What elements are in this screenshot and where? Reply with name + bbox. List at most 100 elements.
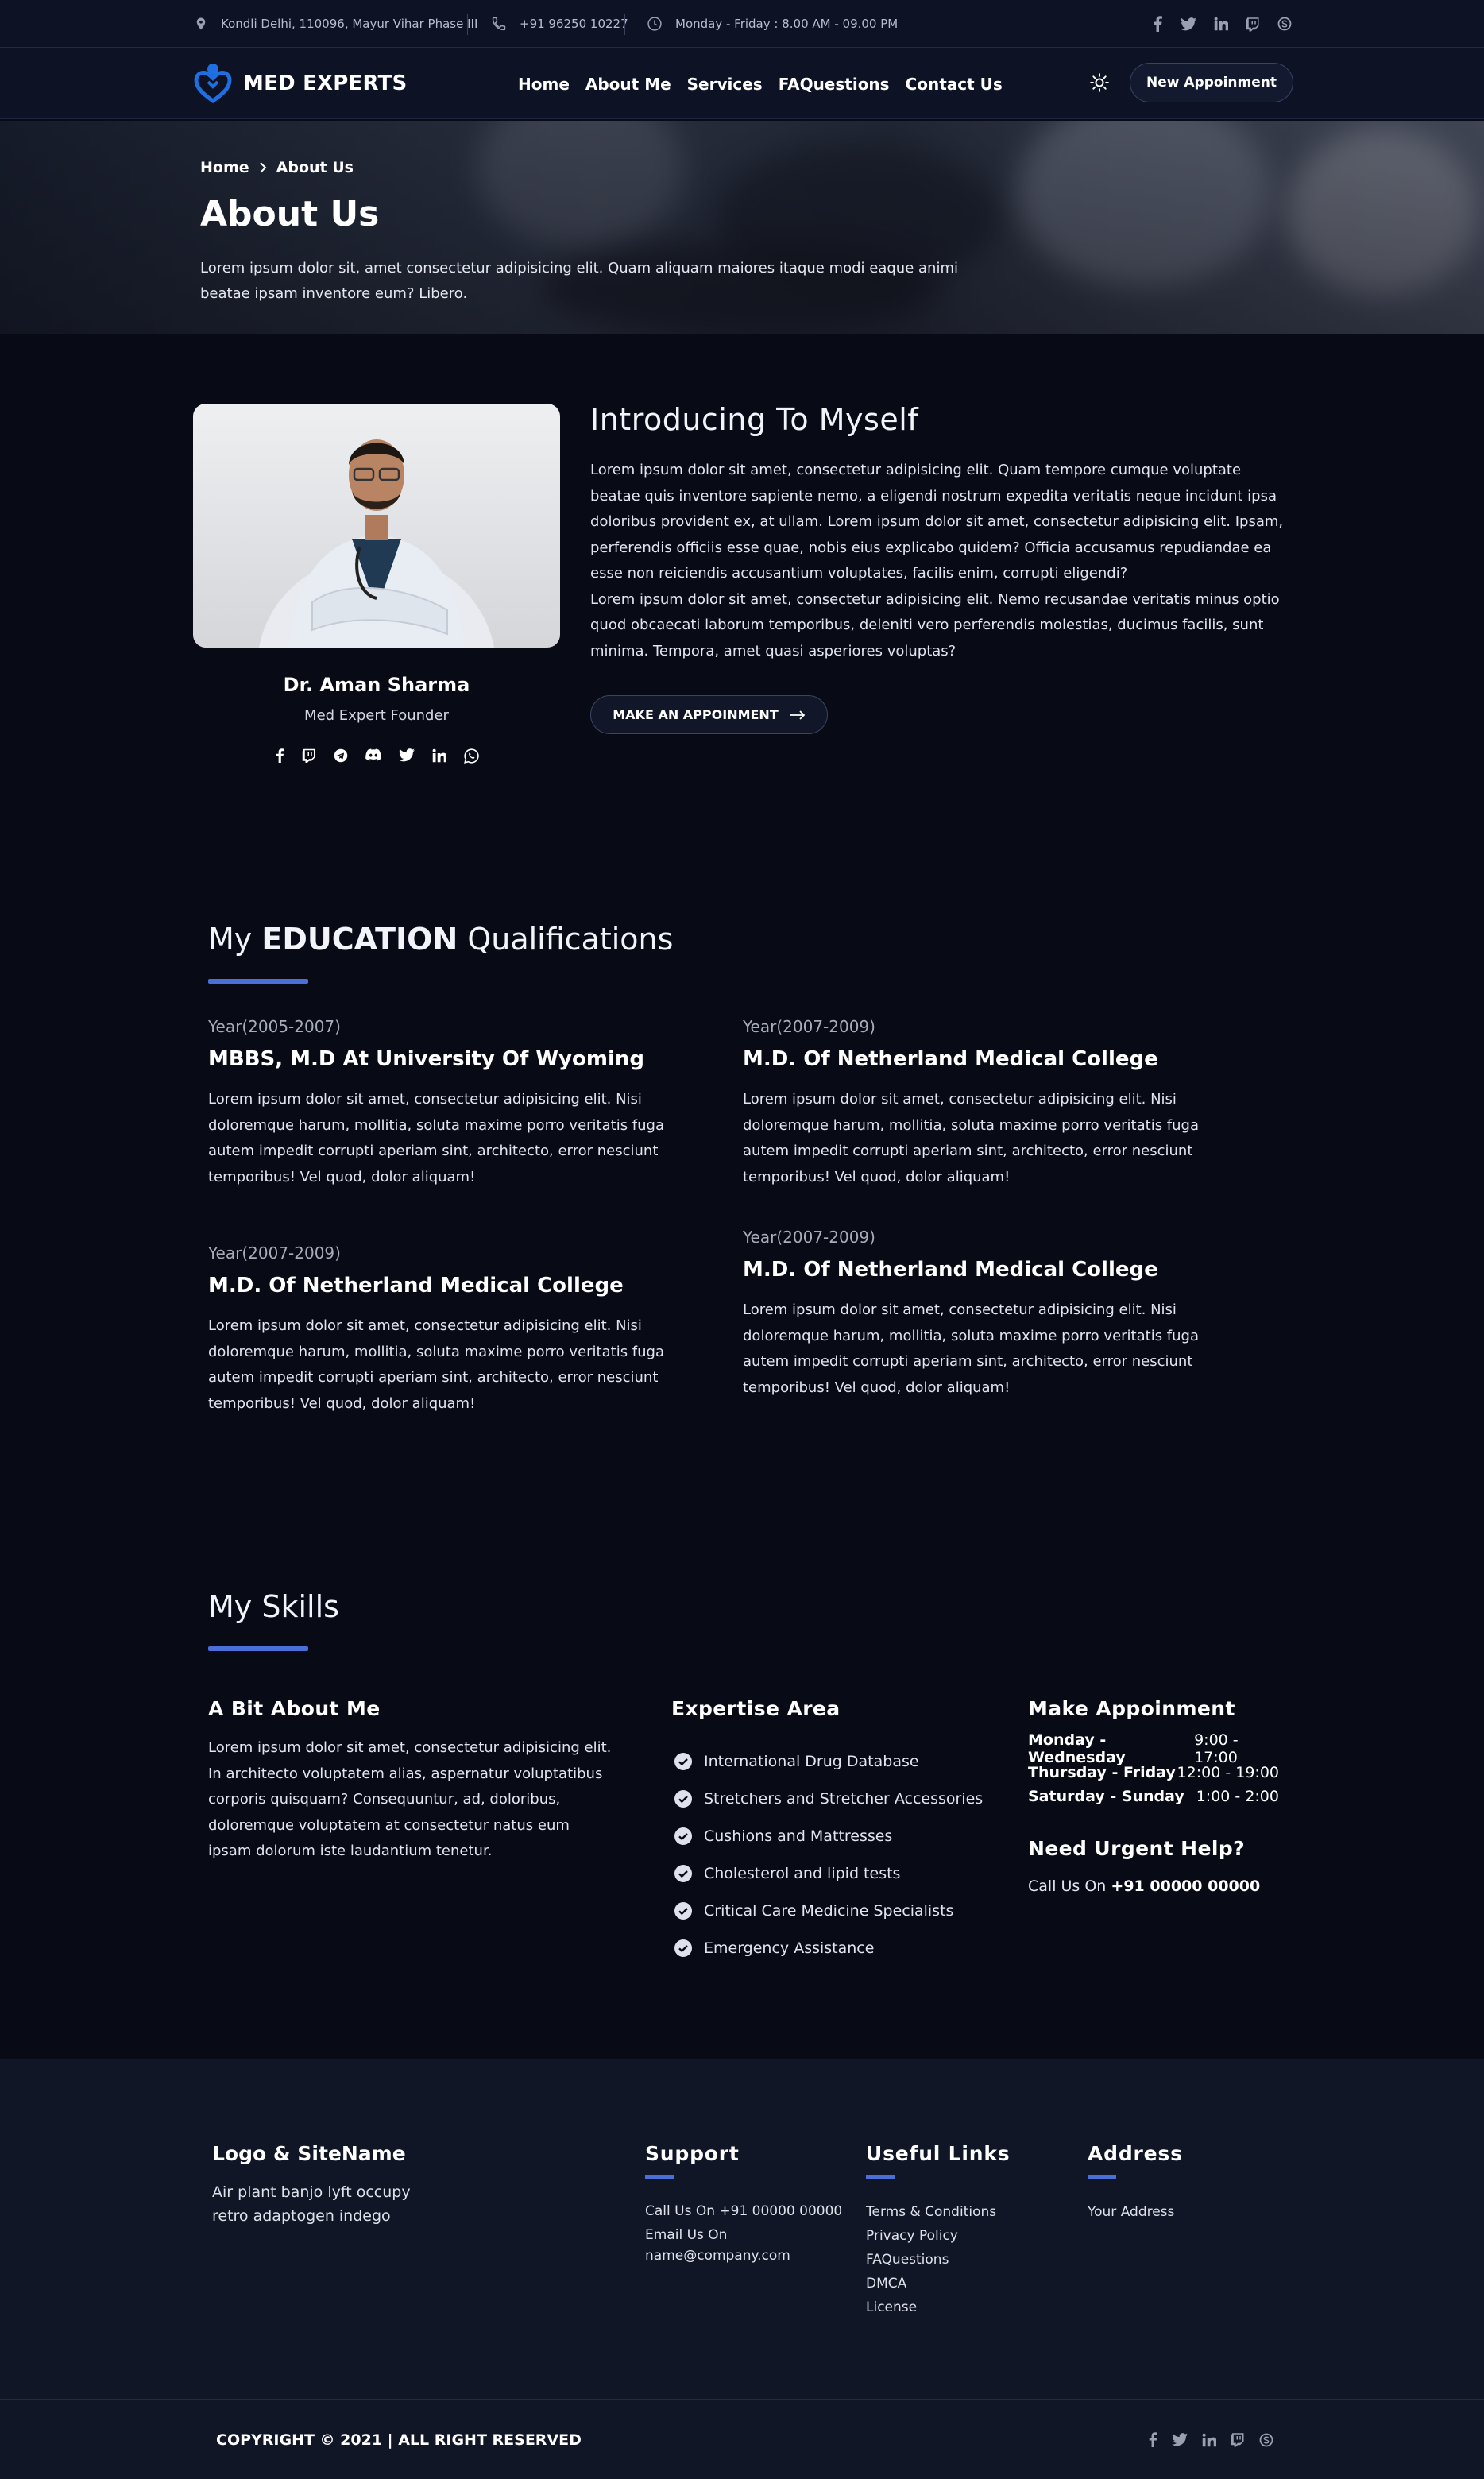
breadcrumb: Home About Us bbox=[200, 159, 354, 176]
facebook-icon[interactable] bbox=[275, 748, 284, 764]
location-pin-icon bbox=[194, 16, 208, 32]
education-degree: M.D. Of Netherland Medical College bbox=[743, 1047, 1158, 1071]
about-heading: A Bit About Me bbox=[208, 1697, 381, 1720]
linkedin-icon[interactable] bbox=[432, 748, 446, 764]
about-text: Lorem ipsum dolor sit amet, consectetur … bbox=[208, 1739, 612, 1859]
skype-icon[interactable] bbox=[1259, 2433, 1273, 2447]
education-text: Lorem ipsum dolor sit amet, consectetur … bbox=[743, 1301, 1199, 1396]
footer-link-license[interactable]: License bbox=[866, 2295, 996, 2319]
twitch-icon[interactable] bbox=[302, 748, 316, 764]
education-text: Lorem ipsum dolor sit amet, consectetur … bbox=[208, 1091, 664, 1185]
footer-support-email-label: Email Us On bbox=[645, 2227, 728, 2243]
twitch-icon[interactable] bbox=[1246, 17, 1260, 32]
education-text: Lorem ipsum dolor sit amet, consectetur … bbox=[743, 1091, 1199, 1185]
expertise-list: International Drug Database Stretchers a… bbox=[674, 1742, 983, 1967]
check-circle-icon bbox=[674, 1827, 693, 1846]
education-item: Year(2007-2009) M.D. Of Netherland Medic… bbox=[743, 1228, 1248, 1401]
expertise-label: Cushions and Mattresses bbox=[704, 1827, 893, 1845]
education-degree: MBBS, M.D At University Of Wyoming bbox=[208, 1047, 644, 1071]
education-title-bold: EDUCATION bbox=[261, 922, 458, 957]
linkedin-icon[interactable] bbox=[1214, 17, 1228, 31]
nav-link-home[interactable]: Home bbox=[518, 75, 570, 94]
urgent-help-heading: Need Urgent Help? bbox=[1028, 1837, 1246, 1860]
brand-logo[interactable]: MED EXPERTS bbox=[194, 63, 407, 104]
breadcrumb-home[interactable]: Home bbox=[200, 159, 249, 176]
footer-address: Your Address bbox=[1088, 2204, 1175, 2220]
hours-day: Saturday - Sunday bbox=[1028, 1788, 1184, 1805]
skills-heading: My Skills bbox=[208, 1589, 339, 1624]
make-appointment-button[interactable]: MAKE AN APPOINMENT bbox=[590, 695, 828, 734]
new-appointment-button[interactable]: New Appoinment bbox=[1130, 63, 1293, 102]
twitter-icon[interactable] bbox=[1181, 17, 1196, 31]
theme-toggle-sun-icon[interactable] bbox=[1089, 72, 1110, 93]
address-info: Kondli Delhi, 110096, Mayur Vihar Phase … bbox=[194, 0, 477, 48]
whatsapp-icon[interactable] bbox=[463, 748, 479, 764]
expertise-label: Cholesterol and lipid tests bbox=[704, 1864, 901, 1882]
education-item: Year(2005-2007) MBBS, M.D At University … bbox=[208, 1017, 713, 1190]
education-heading: My EDUCATION Qualifications bbox=[208, 922, 673, 957]
top-info-bar: Kondli Delhi, 110096, Mayur Vihar Phase … bbox=[0, 0, 1484, 48]
clock-icon bbox=[647, 16, 663, 32]
hours-text: Monday - Friday : 8.00 AM - 09.00 PM bbox=[675, 17, 899, 31]
call-number[interactable]: +91 00000 00000 bbox=[1111, 1878, 1260, 1895]
doctor-photo bbox=[193, 404, 560, 648]
page-hero-banner: Home About Us About Us Lorem ipsum dolor… bbox=[0, 121, 1484, 334]
chevron-right-icon bbox=[259, 162, 267, 173]
footer-link-terms[interactable]: Terms & Conditions bbox=[866, 2200, 996, 2224]
top-social-links bbox=[1152, 0, 1292, 48]
education-heading-underline bbox=[208, 979, 308, 984]
nav-link-faquestions[interactable]: FAQuestions bbox=[779, 75, 890, 94]
nav-link-about-me[interactable]: About Me bbox=[585, 75, 671, 94]
education-title-pre: My bbox=[208, 922, 253, 957]
expertise-item: Emergency Assistance bbox=[674, 1929, 983, 1967]
nav-link-services[interactable]: Services bbox=[687, 75, 763, 94]
footer-support-email[interactable]: name@company.com bbox=[645, 2245, 842, 2266]
twitter-icon[interactable] bbox=[398, 748, 415, 764]
hours-day: Thursday - Friday bbox=[1028, 1764, 1176, 1781]
footer-link-privacy[interactable]: Privacy Policy bbox=[866, 2224, 996, 2248]
expertise-heading: Expertise Area bbox=[671, 1697, 841, 1720]
discord-icon[interactable] bbox=[365, 748, 381, 764]
telegram-icon[interactable] bbox=[334, 748, 348, 764]
phone-info[interactable]: +91 96250 10227 bbox=[491, 0, 628, 48]
expertise-label: International Drug Database bbox=[704, 1752, 919, 1770]
footer-links-underline bbox=[866, 2175, 895, 2179]
check-circle-icon bbox=[674, 1939, 693, 1958]
hours-row: Thursday - Friday 12:00 - 19:00 bbox=[1028, 1761, 1279, 1785]
footer-support-call[interactable]: Call Us On +91 00000 00000 bbox=[645, 2201, 842, 2222]
appointment-heading: Make Appoinment bbox=[1028, 1697, 1235, 1720]
main-navbar: MED EXPERTS Home About Me Services FAQue… bbox=[0, 48, 1484, 119]
urgent-call[interactable]: Call Us On +91 00000 00000 bbox=[1028, 1878, 1260, 1895]
expertise-item: Critical Care Medicine Specialists bbox=[674, 1892, 983, 1929]
footer-useful-links: Terms & Conditions Privacy Policy FAQues… bbox=[866, 2200, 996, 2319]
expertise-label: Critical Care Medicine Specialists bbox=[704, 1901, 954, 1920]
footer-support-heading: Support bbox=[645, 2142, 740, 2165]
hours-time: 9:00 - 17:00 bbox=[1194, 1731, 1239, 1766]
linkedin-icon[interactable] bbox=[1202, 2433, 1216, 2447]
skills-heading-underline bbox=[208, 1646, 308, 1651]
footer-link-faq[interactable]: FAQuestions bbox=[866, 2248, 996, 2272]
footer-support-underline bbox=[645, 2175, 674, 2179]
footer-tagline: Air plant banjo lyft occupy retro adapto… bbox=[212, 2183, 411, 2225]
phone-icon bbox=[491, 16, 507, 32]
twitch-icon[interactable] bbox=[1231, 2432, 1245, 2447]
education-degree: M.D. Of Netherland Medical College bbox=[208, 1274, 624, 1298]
nav-link-contact-us[interactable]: Contact Us bbox=[906, 75, 1003, 94]
expertise-item: Cushions and Mattresses bbox=[674, 1817, 983, 1854]
facebook-icon[interactable] bbox=[1148, 2432, 1157, 2447]
skype-icon[interactable] bbox=[1277, 17, 1292, 31]
footer-link-dmca[interactable]: DMCA bbox=[866, 2272, 996, 2295]
twitter-icon[interactable] bbox=[1172, 2433, 1188, 2446]
page-title: About Us bbox=[200, 194, 380, 234]
make-appointment-label: MAKE AN APPOINMENT bbox=[613, 707, 779, 722]
facebook-icon[interactable] bbox=[1152, 16, 1163, 32]
education-item: Year(2007-2009) M.D. Of Netherland Medic… bbox=[208, 1243, 713, 1417]
intro-text: Lorem ipsum dolor sit amet, consectetur … bbox=[590, 458, 1289, 664]
heart-doctor-logo-icon bbox=[194, 63, 232, 104]
intro-paragraph-1: Lorem ipsum dolor sit amet, consectetur … bbox=[590, 462, 1284, 582]
expertise-item: Stretchers and Stretcher Accessories bbox=[674, 1780, 983, 1817]
doctor-role: Med Expert Founder bbox=[304, 707, 449, 724]
footer-logo-heading: Logo & SiteName bbox=[212, 2142, 406, 2165]
doctor-social-links bbox=[193, 748, 560, 764]
check-circle-icon bbox=[674, 1752, 693, 1771]
